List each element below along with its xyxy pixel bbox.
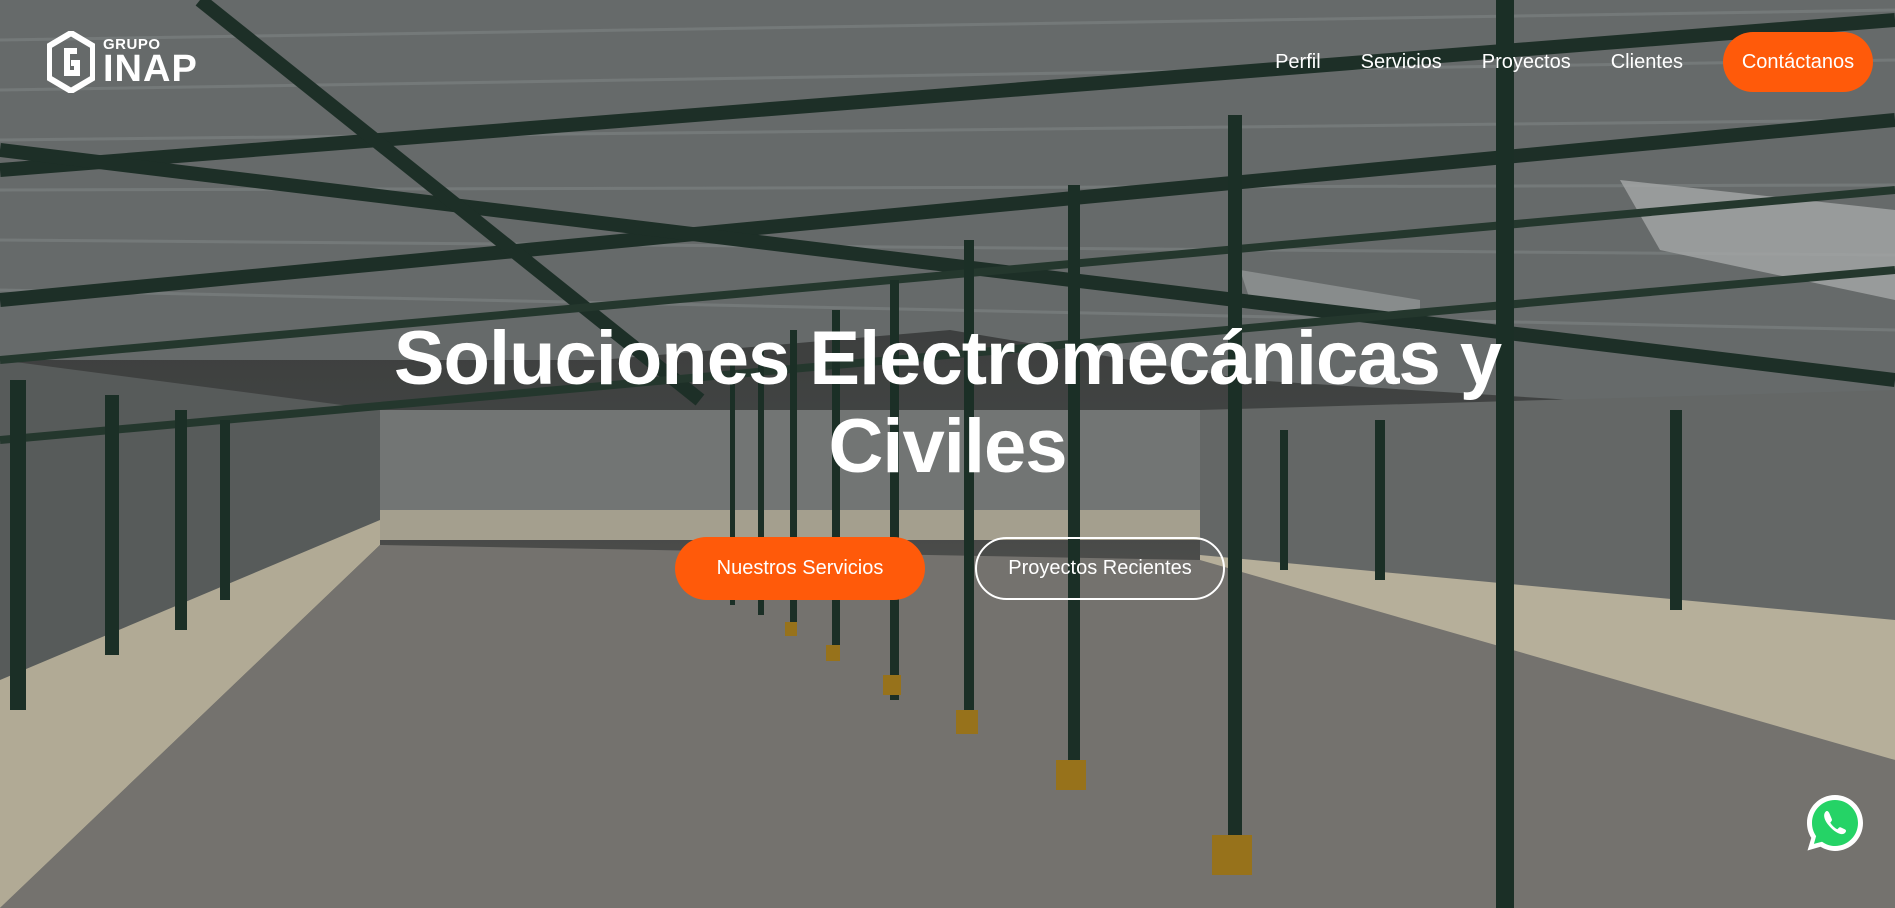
contact-button[interactable]: Contáctanos: [1723, 32, 1873, 92]
hero-title-line1: Soluciones Electromecánicas y: [393, 316, 1502, 401]
nav-item-clientes[interactable]: Clientes: [1611, 51, 1683, 74]
brand-name: GRUPO INAP: [103, 37, 198, 88]
nav-item-servicios[interactable]: Servicios: [1361, 51, 1442, 74]
hero-section: GRUPO INAP Perfil Servicios Proyectos Cl…: [0, 0, 1895, 908]
hexagon-g-logo-icon: [47, 31, 95, 93]
whatsapp-button[interactable]: [1803, 791, 1867, 855]
brand-big-text: INAP: [103, 47, 198, 90]
brand-logo[interactable]: GRUPO INAP: [47, 30, 207, 94]
whatsapp-icon: [1807, 795, 1863, 851]
hero-title: Soluciones Electromecánicas y Civiles: [300, 315, 1595, 491]
recent-projects-button[interactable]: Proyectos Recientes: [975, 537, 1225, 600]
services-button[interactable]: Nuestros Servicios: [675, 537, 925, 600]
main-nav: Perfil Servicios Proyectos Clientes Cont…: [1275, 32, 1873, 92]
nav-item-perfil[interactable]: Perfil: [1275, 51, 1321, 74]
hero-title-line2: Civiles: [828, 404, 1067, 489]
nav-item-proyectos[interactable]: Proyectos: [1482, 51, 1571, 74]
